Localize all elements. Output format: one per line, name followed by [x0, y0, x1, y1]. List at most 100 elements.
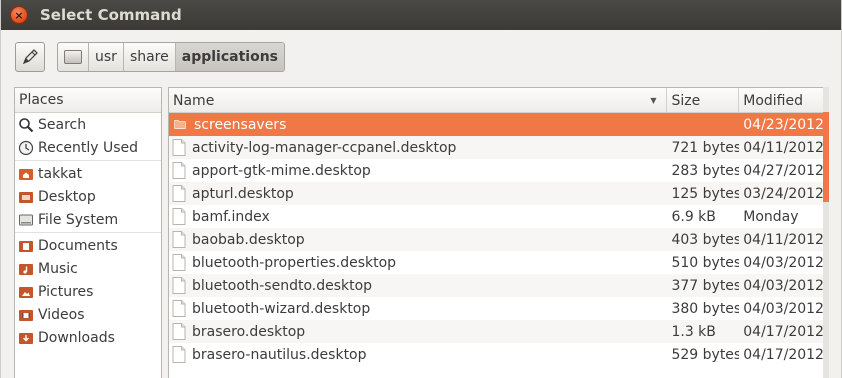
title-bar[interactable]: × Select Command [1, 0, 841, 30]
place-label: Desktop [38, 188, 96, 205]
pictures-folder-icon [18, 284, 34, 300]
drive-icon [18, 212, 34, 228]
drive-icon [64, 50, 82, 64]
place-music[interactable]: Music [15, 257, 161, 280]
file-modified: Monday [743, 208, 799, 225]
file-row[interactable]: brasero.desktop 1.3 kB 04/17/2012 [169, 320, 828, 343]
file-modified: 04/27/2012 [743, 162, 824, 179]
file-row[interactable]: bluetooth-wizard.desktop 380 bytes 04/03… [169, 297, 828, 320]
file-row[interactable]: baobab.desktop 403 bytes 04/11/2012 [169, 228, 828, 251]
file-row[interactable]: bluetooth-sendto.desktop 377 bytes 04/03… [169, 274, 828, 297]
file-icon [172, 254, 186, 271]
file-row[interactable]: bluetooth-properties.desktop 510 bytes 0… [169, 251, 828, 274]
place-home[interactable]: takkat [15, 162, 161, 185]
file-size: 721 bytes [671, 139, 740, 156]
file-icon [172, 185, 186, 202]
close-icon[interactable]: × [10, 6, 28, 24]
file-name: baobab.desktop [192, 231, 305, 248]
place-label: Recently Used [38, 139, 139, 156]
column-header-modified[interactable]: Modified [739, 88, 828, 113]
file-modified: 04/03/2012 [743, 254, 824, 271]
desktop-icon [18, 189, 34, 205]
place-search[interactable]: Search [15, 113, 161, 136]
place-recently-used[interactable]: Recently Used [15, 136, 161, 159]
videos-folder-icon [18, 307, 34, 323]
place-label: File System [38, 211, 119, 228]
path-bar: usr share applications [57, 42, 285, 72]
file-modified: 04/17/2012 [743, 323, 824, 340]
place-label: takkat [38, 165, 83, 182]
place-downloads[interactable]: Downloads [15, 326, 161, 349]
file-row[interactable]: bamf.index 6.9 kB Monday [169, 205, 828, 228]
sort-descending-icon: ▼ [650, 96, 657, 105]
place-label: Documents [38, 237, 118, 254]
place-videos[interactable]: Videos [15, 303, 161, 326]
file-name: brasero.desktop [192, 323, 306, 340]
column-label: Size [671, 92, 701, 109]
file-list-header: Name ▼ Size Modified [169, 88, 828, 113]
places-sidebar: Places Search Recently Used takkat Deskt… [14, 87, 162, 378]
file-modified: 03/24/2012 [743, 185, 824, 202]
file-list: Name ▼ Size Modified screensavers 04/23/… [168, 87, 829, 378]
file-row-screensavers[interactable]: screensavers 04/23/2012 [169, 113, 828, 136]
window-title: Select Command [40, 6, 182, 24]
path-segment-usr[interactable]: usr [89, 43, 124, 71]
file-icon [172, 300, 186, 317]
place-file-system[interactable]: File System [15, 208, 161, 231]
place-label: Music [38, 260, 78, 277]
music-folder-icon [18, 261, 34, 277]
column-header-name[interactable]: Name ▼ [169, 88, 668, 113]
file-name: bluetooth-properties.desktop [192, 254, 397, 271]
file-row[interactable]: apport-gtk-mime.desktop 283 bytes 04/27/… [169, 159, 828, 182]
scrollbar-thumb[interactable] [823, 112, 829, 202]
file-size: 283 bytes [671, 162, 740, 179]
file-size: 510 bytes [671, 254, 740, 271]
file-size: 403 bytes [671, 231, 740, 248]
file-name: bluetooth-sendto.desktop [192, 277, 373, 294]
file-modified: 04/03/2012 [743, 277, 824, 294]
file-icon [172, 323, 186, 340]
file-name: bluetooth-wizard.desktop [192, 300, 371, 317]
file-name: brasero-nautilus.desktop [192, 346, 367, 363]
file-row[interactable]: activity-log-manager-ccpanel.desktop 721… [169, 136, 828, 159]
column-header-size[interactable]: Size [667, 88, 740, 113]
place-label: Search [38, 116, 87, 133]
file-size: 529 bytes [671, 346, 740, 363]
type-location-button[interactable] [15, 42, 45, 72]
path-root-button[interactable] [58, 43, 89, 71]
places-header[interactable]: Places [15, 88, 161, 113]
place-label: Downloads [38, 329, 115, 346]
file-name: apturl.desktop [192, 185, 294, 202]
pencil-icon [22, 49, 38, 65]
file-name: apport-gtk-mime.desktop [192, 162, 371, 179]
column-label: Modified [743, 92, 804, 109]
file-size: 380 bytes [671, 300, 740, 317]
folder-icon [174, 119, 186, 129]
file-modified: 04/17/2012 [743, 346, 824, 363]
places-divider [15, 232, 161, 233]
select-command-dialog: × Select Command usr share applications … [0, 0, 842, 378]
file-row[interactable]: apturl.desktop 125 bytes 03/24/2012 [169, 182, 828, 205]
place-desktop[interactable]: Desktop [15, 185, 161, 208]
file-size: 377 bytes [671, 277, 740, 294]
file-name: bamf.index [192, 208, 270, 225]
place-label: Videos [38, 306, 85, 323]
file-size: 125 bytes [671, 185, 740, 202]
magnifier-icon [18, 117, 34, 133]
place-pictures[interactable]: Pictures [15, 280, 161, 303]
file-modified: 04/11/2012 [743, 231, 824, 248]
downloads-folder-icon [18, 330, 34, 346]
file-row[interactable]: brasero-nautilus.desktop 529 bytes 04/17… [169, 343, 828, 366]
home-folder-icon [18, 166, 34, 182]
column-label: Name [173, 92, 215, 109]
path-segment-share[interactable]: share [124, 43, 176, 71]
places-divider [15, 160, 161, 161]
file-icon [172, 346, 186, 363]
file-icon [172, 208, 186, 225]
place-documents[interactable]: Documents [15, 234, 161, 257]
file-icon [172, 139, 186, 156]
file-icon [172, 162, 186, 179]
path-segment-applications[interactable]: applications [175, 43, 284, 71]
file-icon [172, 231, 186, 248]
file-modified: 04/03/2012 [743, 300, 824, 317]
